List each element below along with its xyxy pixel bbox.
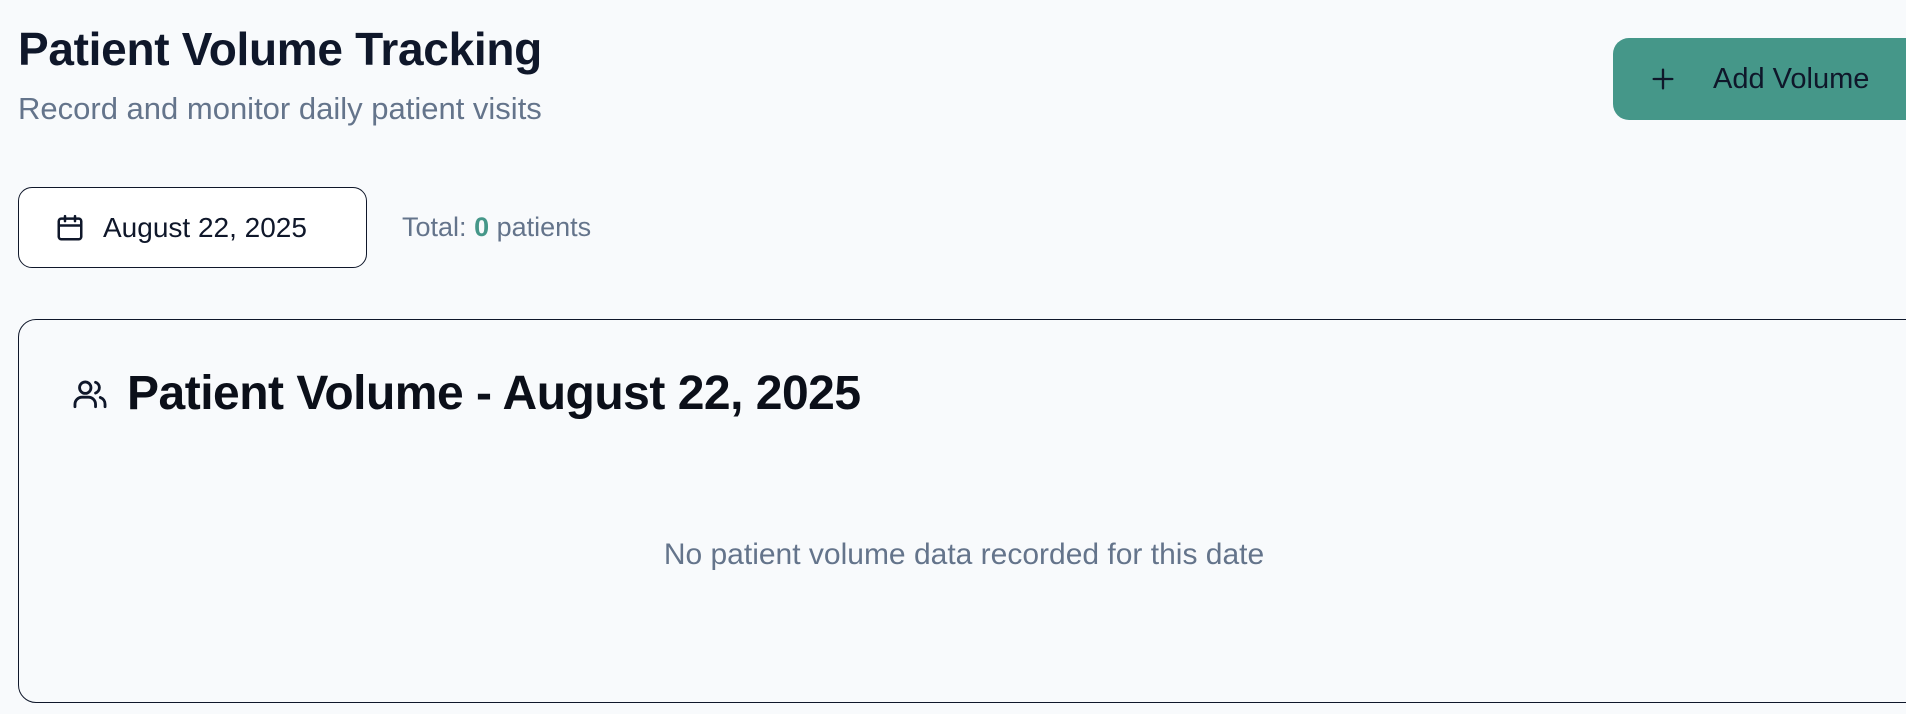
page-subtitle: Record and monitor daily patient visits — [18, 91, 542, 126]
patient-volume-page: Patient Volume Tracking Record and monit… — [0, 0, 1906, 714]
page-title: Patient Volume Tracking — [18, 23, 542, 75]
empty-state-message: No patient volume data recorded for this… — [663, 538, 1265, 571]
calendar-icon — [55, 213, 85, 243]
plus-icon — [1649, 65, 1677, 93]
total-patients: Total: 0 patients — [402, 212, 591, 243]
card-title: Patient Volume - August 22, 2025 — [127, 367, 861, 420]
date-picker-button[interactable]: August 22, 2025 — [18, 187, 367, 268]
selected-date: August 22, 2025 — [103, 211, 307, 243]
total-count: 0 — [474, 212, 490, 242]
patient-volume-card: Patient Volume - August 22, 2025 No pati… — [18, 319, 1906, 703]
card-header: Patient Volume - August 22, 2025 — [71, 366, 861, 421]
add-volume-button[interactable]: Add Volume — [1613, 38, 1906, 120]
total-label: Total: — [402, 212, 467, 242]
users-icon — [71, 375, 109, 413]
add-volume-label: Add Volume — [1713, 62, 1870, 95]
total-unit: patients — [496, 212, 592, 242]
